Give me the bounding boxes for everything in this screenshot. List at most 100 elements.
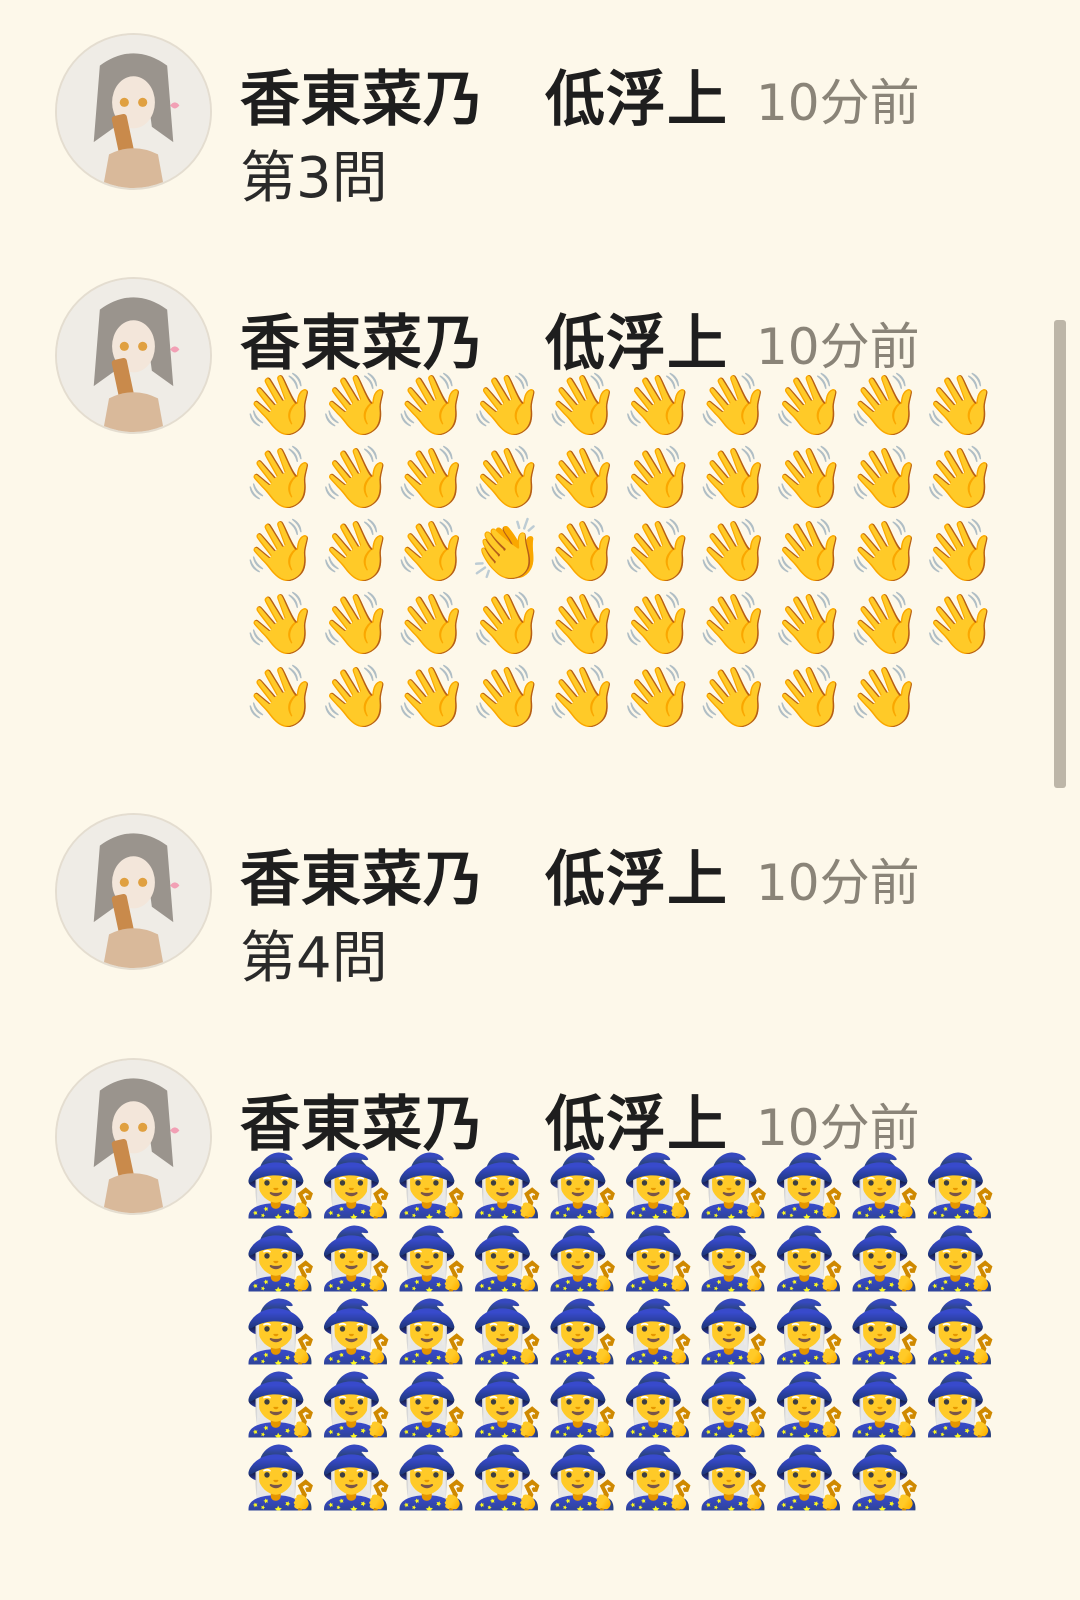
emoji: 👋 — [394, 662, 469, 732]
emoji: 👋 — [318, 589, 394, 659]
emoji-grid: 🧙‍♀️ 🧙‍♀️ 🧙‍♀️ 🧙‍♀️ 🧙‍♀️ 🧙‍♀️ 🧙‍♀️ 🧙‍♀️ 🧙‍♀️ 🧙‍♀️… — [243, 1150, 1003, 1515]
emoji: 👋 — [394, 443, 469, 513]
emoji: 🧙‍♀️ — [243, 1151, 318, 1221]
emoji: 🧙‍♀️ — [620, 1443, 696, 1513]
emoji: 👋 — [243, 370, 318, 440]
emoji: 👋 — [771, 662, 847, 732]
emoji: 👋 — [545, 589, 620, 659]
emoji: 🧙‍♀️ — [318, 1297, 394, 1367]
emoji: 👋 — [696, 589, 771, 659]
emoji: 👋 — [847, 662, 922, 732]
emoji: 🧙‍♀️ — [771, 1297, 847, 1367]
emoji: 👋 — [771, 589, 847, 659]
emoji: 👋 — [922, 589, 998, 659]
emoji: 👋 — [620, 589, 696, 659]
emoji: 👋 — [469, 589, 545, 659]
emoji: 👋 — [243, 516, 318, 586]
emoji: 🧙‍♀️ — [922, 1224, 998, 1294]
emoji: 👋 — [771, 370, 847, 440]
emoji: 👋 — [620, 516, 696, 586]
message-text: 第4問 — [240, 926, 388, 991]
emoji: 🧙‍♀️ — [243, 1370, 318, 1440]
emoji: 🧙‍♀️ — [620, 1224, 696, 1294]
timestamp: 10分前 — [756, 74, 920, 132]
avatar-illustration — [57, 279, 210, 432]
emoji: 👋 — [847, 516, 922, 586]
emoji: 🧙‍♀️ — [469, 1297, 545, 1367]
emoji: 🧙‍♀️ — [847, 1443, 922, 1513]
message-text: 第3問 — [240, 146, 388, 211]
emoji: 🧙‍♀️ — [318, 1151, 394, 1221]
emoji: 🧙‍♀️ — [394, 1224, 469, 1294]
emoji: 🧙‍♀️ — [394, 1151, 469, 1221]
emoji: 🧙‍♀️ — [922, 1151, 998, 1221]
message-header: 香東菜乃 低浮上 10分前 — [240, 831, 920, 918]
emoji: 🧙‍♀️ — [545, 1370, 620, 1440]
emoji: 👋 — [696, 662, 771, 732]
emoji: 🧙‍♀️ — [696, 1224, 771, 1294]
emoji: 👋 — [545, 662, 620, 732]
emoji: 🧙‍♀️ — [394, 1297, 469, 1367]
emoji: 👋 — [318, 662, 394, 732]
emoji: 👋 — [545, 516, 620, 586]
avatar[interactable] — [55, 277, 212, 434]
message-feed: 香東菜乃 低浮上 10分前 第3問 香東菜乃 低浮上 10分前 👋 👋 👋 👋 👋 👋 👋 👋 👋 👋… — [0, 0, 1080, 1600]
emoji: 🧙‍♀️ — [771, 1370, 847, 1440]
emoji: 👋 — [318, 443, 394, 513]
emoji: 🧙‍♀️ — [318, 1370, 394, 1440]
emoji: 🧙‍♀️ — [847, 1224, 922, 1294]
avatar[interactable] — [55, 813, 212, 970]
emoji: 🧙‍♀️ — [394, 1443, 469, 1513]
emoji: 🧙‍♀️ — [469, 1151, 545, 1221]
emoji: 🧙‍♀️ — [847, 1297, 922, 1367]
emoji: 🧙‍♀️ — [922, 1297, 998, 1367]
emoji: 🧙‍♀️ — [847, 1370, 922, 1440]
emoji: 👋 — [696, 370, 771, 440]
emoji: 🧙‍♀️ — [696, 1297, 771, 1367]
emoji: 🧙‍♀️ — [696, 1151, 771, 1221]
timestamp: 10分前 — [756, 854, 920, 912]
emoji: 🧙‍♀️ — [469, 1370, 545, 1440]
emoji: 👋 — [469, 370, 545, 440]
emoji: 🧙‍♀️ — [771, 1443, 847, 1513]
emoji: 🧙‍♀️ — [469, 1443, 545, 1513]
emoji: 👋 — [318, 516, 394, 586]
author-name[interactable]: 香東菜乃 低浮上 — [240, 831, 728, 918]
message-item[interactable]: 香東菜乃 低浮上 10分前 👋 👋 👋 👋 👋 👋 👋 👋 👋 👋 👋 👋 👋 👋 👋 👋 👋 👋 👋 👋 👋 👋 👋 👏 👋 👋 👋… — [0, 277, 1040, 737]
author-name[interactable]: 香東菜乃 低浮上 — [240, 51, 728, 138]
emoji: 🧙‍♀️ — [922, 1370, 998, 1440]
emoji: 👋 — [696, 443, 771, 513]
emoji: 👋 — [771, 443, 847, 513]
emoji: 👋 — [771, 516, 847, 586]
emoji: 🧙‍♀️ — [771, 1151, 847, 1221]
emoji: 👋 — [394, 589, 469, 659]
emoji: 👋 — [545, 443, 620, 513]
emoji: 👋 — [847, 443, 922, 513]
avatar[interactable] — [55, 1058, 212, 1215]
emoji: 🧙‍♀️ — [620, 1151, 696, 1221]
avatar[interactable] — [55, 33, 212, 190]
message-item[interactable]: 香東菜乃 低浮上 10分前 第3問 — [0, 33, 1040, 233]
emoji: 👋 — [847, 370, 922, 440]
emoji: 🧙‍♀️ — [243, 1443, 318, 1513]
message-item[interactable]: 香東菜乃 低浮上 10分前 第4問 — [0, 813, 1040, 1013]
emoji: 👋 — [922, 443, 998, 513]
emoji: 🧙‍♀️ — [545, 1224, 620, 1294]
emoji: 👋 — [243, 589, 318, 659]
emoji: 👋 — [847, 589, 922, 659]
emoji: 👋 — [545, 370, 620, 440]
emoji: 🧙‍♀️ — [545, 1443, 620, 1513]
emoji: 🧙‍♀️ — [243, 1297, 318, 1367]
emoji: 🧙‍♀️ — [545, 1151, 620, 1221]
scrollbar[interactable] — [1054, 320, 1066, 788]
avatar-illustration — [57, 1060, 210, 1213]
emoji: 🧙‍♀️ — [696, 1443, 771, 1513]
emoji: 👋 — [318, 370, 394, 440]
message-item[interactable]: 香東菜乃 低浮上 10分前 🧙‍♀️ 🧙‍♀️ 🧙‍♀️ 🧙‍♀️ 🧙‍♀️ 🧙‍♀️ 🧙‍♀… — [0, 1058, 1040, 1528]
emoji: 👋 — [620, 662, 696, 732]
emoji: 🧙‍♀️ — [469, 1224, 545, 1294]
emoji: 👏 — [469, 516, 545, 586]
emoji: 🧙‍♀️ — [771, 1224, 847, 1294]
emoji: 👋 — [469, 443, 545, 513]
emoji: 👋 — [243, 443, 318, 513]
